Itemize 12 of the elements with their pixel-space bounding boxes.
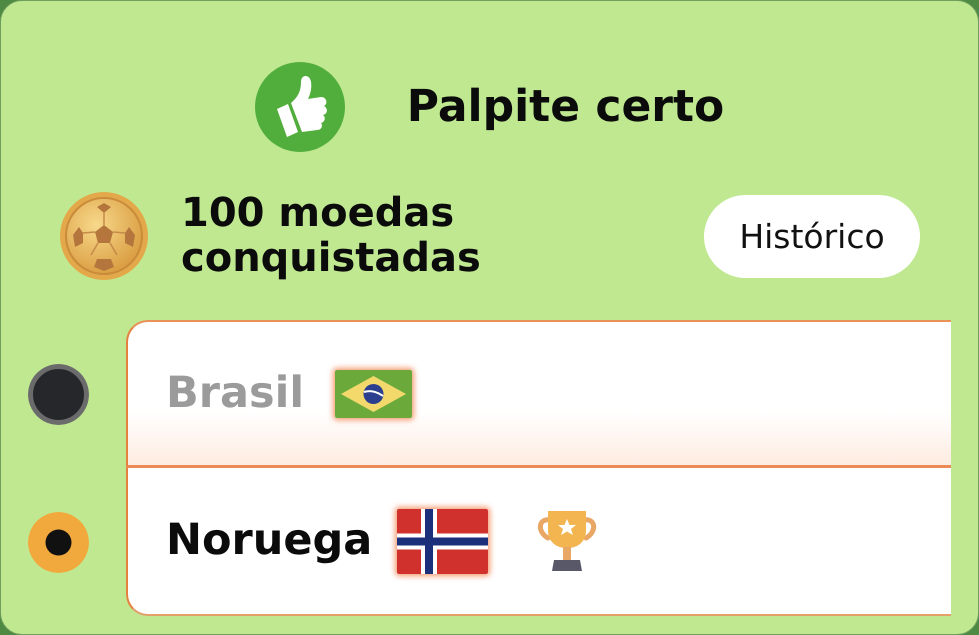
soccer-ball-coin-icon [59, 191, 149, 281]
brazil-flag-icon [335, 370, 412, 418]
norway-flag-icon [397, 508, 488, 574]
team-name: Noruega [166, 517, 372, 565]
history-button[interactable]: Histórico [704, 194, 920, 278]
title-text: Palpite certo [406, 82, 724, 132]
coins-earned-text: 100 moedas conquistadas [181, 191, 482, 281]
radio-button[interactable] [28, 512, 89, 572]
thumbs-up-icon [254, 62, 345, 152]
option-card[interactable]: Noruega [126, 468, 951, 616]
team-name: Brasil [166, 370, 304, 418]
radio-button[interactable] [28, 364, 89, 424]
